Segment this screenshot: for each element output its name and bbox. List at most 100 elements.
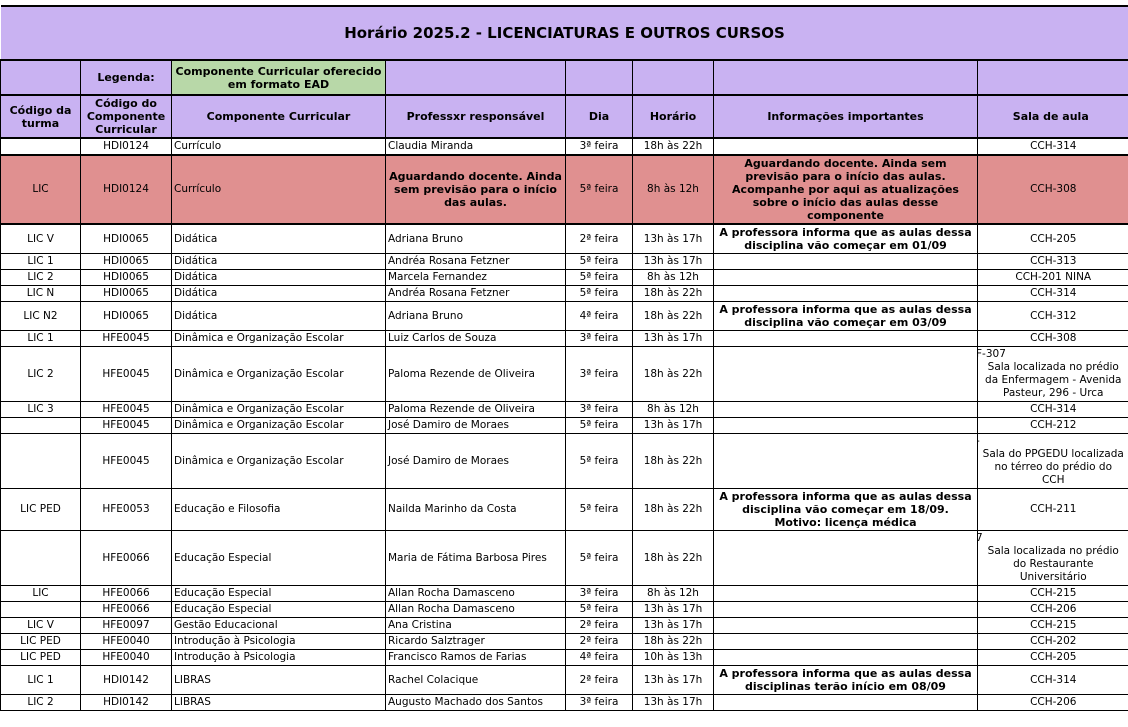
cell-professor: Andréa Rosana Fetzner	[386, 286, 566, 302]
cell-info	[714, 138, 978, 155]
schedule-body: HDI0124CurrículoClaudia Miranda3ª feira1…	[1, 138, 1128, 711]
legend-empty-cell	[633, 60, 714, 95]
cell-componente: Dinâmica e Organização Escolar	[172, 434, 386, 489]
cell-horario: 8h às 12h	[633, 586, 714, 602]
cell-info: A professora informa que as aulas dessa …	[714, 666, 978, 695]
cell-horario: 13h às 17h	[633, 331, 714, 347]
column-header-professor: Professxr responsável	[386, 95, 566, 138]
page-title: Horário 2025.2 - LICENCIATURAS E OUTROS …	[1, 6, 1128, 60]
cell-info: A professora informa que as aulas dessa …	[714, 224, 978, 254]
cell-horario: 18h às 22h	[633, 434, 714, 489]
cell-codigo: HDI0065	[81, 224, 172, 254]
cell-horario: 8h às 12h	[633, 270, 714, 286]
cell-componente: Educação e Filosofia	[172, 489, 386, 531]
sala-clipped-prefix: -	[980, 435, 1127, 448]
table-row: HFE0066Educação EspecialMaria de Fátima …	[1, 531, 1128, 586]
cell-horario: 18h às 22h	[633, 347, 714, 402]
cell-componente: LIBRAS	[172, 695, 386, 711]
cell-professor: Adriana Bruno	[386, 302, 566, 331]
cell-info	[714, 418, 978, 434]
cell-dia: 3ª feira	[566, 331, 633, 347]
cell-turma: LIC	[1, 155, 81, 224]
cell-sala: CCH-212	[978, 418, 1128, 434]
cell-professor: Paloma Rezende de Oliveira	[386, 402, 566, 418]
cell-turma	[1, 531, 81, 586]
cell-sala: F-307Sala localizada no prédio da Enferm…	[978, 347, 1128, 402]
cell-codigo: HDI0065	[81, 286, 172, 302]
sala-clipped-prefix: F-307	[980, 348, 1127, 361]
cell-componente: Currículo	[172, 155, 386, 224]
cell-professor: Maria de Fátima Barbosa Pires	[386, 531, 566, 586]
cell-dia: 5ª feira	[566, 531, 633, 586]
table-row: LIC N2HDI0065DidáticaAdriana Bruno4ª fei…	[1, 302, 1128, 331]
table-row: LIC PEDHFE0053Educação e FilosofiaNailda…	[1, 489, 1128, 531]
cell-codigo: HDI0124	[81, 138, 172, 155]
cell-sala: CCH-314	[978, 402, 1128, 418]
title-row: Horário 2025.2 - LICENCIATURAS E OUTROS …	[1, 6, 1128, 60]
cell-sala: CCH-314	[978, 666, 1128, 695]
cell-professor: Allan Rocha Damasceno	[386, 602, 566, 618]
cell-codigo: HFE0045	[81, 347, 172, 402]
cell-sala: CCH-205	[978, 224, 1128, 254]
cell-turma: LIC 3	[1, 402, 81, 418]
legend-empty-cell	[386, 60, 566, 95]
cell-dia: 5ª feira	[566, 286, 633, 302]
cell-info	[714, 347, 978, 402]
cell-horario: 18h às 22h	[633, 634, 714, 650]
cell-sala: 7Sala localizada no prédio do Restaurant…	[978, 531, 1128, 586]
cell-dia: 2ª feira	[566, 666, 633, 695]
sala-location-text: Sala localizada no prédio do Restaurante…	[980, 545, 1127, 584]
cell-componente: Didática	[172, 302, 386, 331]
cell-turma: LIC V	[1, 618, 81, 634]
table-row: LIC 1HFE0045Dinâmica e Organização Escol…	[1, 331, 1128, 347]
cell-turma	[1, 418, 81, 434]
cell-dia: 3ª feira	[566, 586, 633, 602]
cell-professor: Augusto Machado dos Santos	[386, 695, 566, 711]
column-header-sala: Sala de aula	[978, 95, 1128, 138]
cell-componente: Educação Especial	[172, 602, 386, 618]
cell-componente: Currículo	[172, 138, 386, 155]
cell-professor: Claudia Miranda	[386, 138, 566, 155]
cell-codigo: HFE0066	[81, 602, 172, 618]
cell-codigo: HFE0066	[81, 531, 172, 586]
cell-componente: Dinâmica e Organização Escolar	[172, 331, 386, 347]
cell-horario: 10h às 13h	[633, 650, 714, 666]
cell-dia: 3ª feira	[566, 347, 633, 402]
cell-dia: 5ª feira	[566, 270, 633, 286]
cell-professor: José Damiro de Moraes	[386, 418, 566, 434]
cell-codigo: HDI0065	[81, 254, 172, 270]
column-header-horario: Horário	[633, 95, 714, 138]
cell-professor: Aguardando docente. Ainda sem previsão p…	[386, 155, 566, 224]
legend-row: Legenda: Componente Curricular oferecido…	[1, 60, 1128, 95]
cell-info	[714, 531, 978, 586]
cell-info: A professora informa que as aulas dessa …	[714, 489, 978, 531]
cell-turma: LIC	[1, 586, 81, 602]
cell-professor: José Damiro de Moraes	[386, 434, 566, 489]
cell-dia: 4ª feira	[566, 650, 633, 666]
cell-info	[714, 602, 978, 618]
table-row: LIC NHDI0065DidáticaAndréa Rosana Fetzne…	[1, 286, 1128, 302]
cell-codigo: HFE0045	[81, 418, 172, 434]
cell-horario: 18h às 22h	[633, 138, 714, 155]
cell-turma: LIC 2	[1, 695, 81, 711]
cell-sala: CCH-206	[978, 695, 1128, 711]
column-header-turma: Código da turma	[1, 95, 81, 138]
cell-codigo: HFE0045	[81, 434, 172, 489]
cell-professor: Francisco Ramos de Farias	[386, 650, 566, 666]
cell-sala: CCH-202	[978, 634, 1128, 650]
table-row: HFE0045Dinâmica e Organização EscolarJos…	[1, 434, 1128, 489]
cell-codigo: HDI0142	[81, 666, 172, 695]
cell-dia: 2ª feira	[566, 634, 633, 650]
cell-sala: CCH-314	[978, 138, 1128, 155]
cell-turma: LIC PED	[1, 489, 81, 531]
cell-horario: 18h às 22h	[633, 302, 714, 331]
table-row: LICHFE0066Educação EspecialAllan Rocha D…	[1, 586, 1128, 602]
cell-horario: 13h às 17h	[633, 254, 714, 270]
cell-turma: LIC PED	[1, 634, 81, 650]
cell-dia: 3ª feira	[566, 402, 633, 418]
cell-info	[714, 286, 978, 302]
cell-codigo: HDI0124	[81, 155, 172, 224]
table-row: LIC 2HFE0045Dinâmica e Organização Escol…	[1, 347, 1128, 402]
cell-dia: 5ª feira	[566, 434, 633, 489]
cell-info	[714, 586, 978, 602]
